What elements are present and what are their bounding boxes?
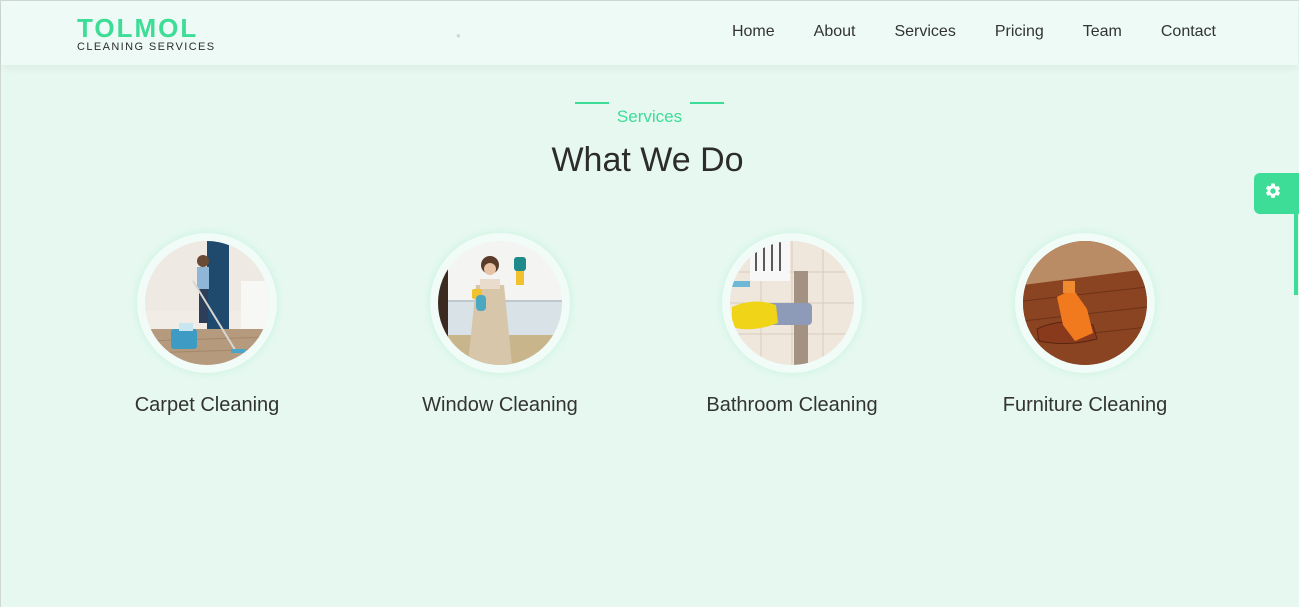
window-cleaning-photo — [438, 241, 562, 365]
service-image-ring — [137, 233, 277, 373]
nav-link-about[interactable]: About — [814, 23, 856, 41]
section-kicker-label: Services — [616, 107, 683, 126]
service-label: Carpet Cleaning — [134, 394, 280, 416]
section-kicker: Services — [1, 91, 1298, 125]
section-title: What We Do — [551, 141, 744, 179]
carpet-cleaning-photo — [145, 241, 269, 365]
settings-toggle-button[interactable] — [1254, 173, 1299, 214]
service-label: Furniture Cleaning — [1002, 394, 1168, 416]
gear-icon — [1264, 182, 1282, 205]
service-card-bathroom[interactable]: Bathroom Cleaning — [672, 233, 912, 417]
bathroom-cleaning-photo — [730, 241, 854, 365]
service-image-ring — [430, 233, 570, 373]
service-label: Bathroom Cleaning — [706, 394, 878, 416]
brand-logo[interactable]: TOLMOL CLEANING SERVICES — [77, 15, 216, 53]
brand-tagline: CLEANING SERVICES — [77, 41, 216, 53]
kicker-line-left — [574, 102, 609, 104]
nav-link-team[interactable]: Team — [1083, 23, 1122, 41]
nav-link-pricing[interactable]: Pricing — [995, 23, 1044, 41]
nav-link-home[interactable]: Home — [732, 23, 775, 41]
brand-name: TOLMOL — [77, 13, 199, 43]
service-image-ring — [1015, 233, 1155, 373]
furniture-cleaning-photo — [1023, 241, 1147, 365]
decorative-dot: ● — [456, 31, 461, 40]
nav-menu: Home About Services Pricing Team Contact — [732, 23, 1216, 41]
nav-link-contact[interactable]: Contact — [1161, 23, 1216, 41]
navbar: TOLMOL CLEANING SERVICES ● Home About Se… — [1, 1, 1298, 65]
service-card-window[interactable]: Window Cleaning — [380, 233, 620, 417]
service-image-ring — [722, 233, 862, 373]
service-card-furniture[interactable]: Furniture Cleaning — [965, 233, 1205, 417]
nav-link-services[interactable]: Services — [894, 23, 955, 41]
service-card-carpet[interactable]: Carpet Cleaning — [87, 233, 327, 417]
kicker-line-right — [690, 102, 725, 104]
page: TOLMOL CLEANING SERVICES ● Home About Se… — [0, 0, 1299, 607]
scroll-indicator — [1294, 211, 1298, 295]
service-label: Window Cleaning — [422, 394, 578, 416]
